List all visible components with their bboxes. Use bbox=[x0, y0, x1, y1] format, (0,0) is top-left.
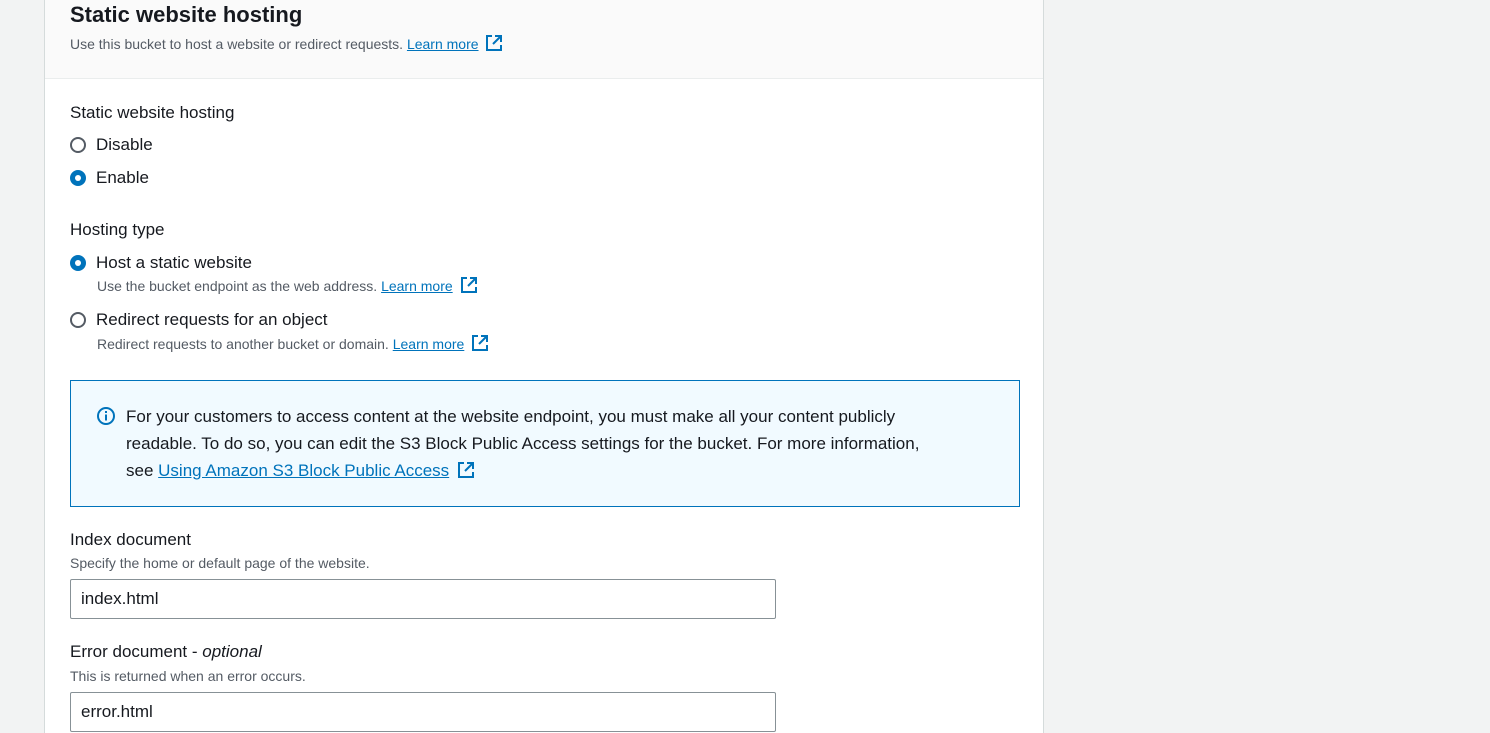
radio-button[interactable] bbox=[70, 312, 86, 328]
info-text-prefix: see bbox=[126, 461, 154, 480]
option-host-static-website[interactable]: Host a static website Use the bucket end… bbox=[70, 252, 478, 299]
error-document-hint: This is returned when an error occurs. bbox=[70, 668, 306, 684]
panel-description: Use this bucket to host a website or red… bbox=[70, 34, 1018, 57]
radio-disable[interactable]: Disable bbox=[70, 134, 153, 156]
radio-label: Disable bbox=[96, 135, 153, 154]
radio-button[interactable] bbox=[70, 255, 86, 271]
static-website-hosting-panel: Static website hosting Use this bucket t… bbox=[44, 0, 1044, 733]
panel-description-text: Use this bucket to host a website or red… bbox=[70, 36, 404, 52]
external-link-icon[interactable] bbox=[471, 334, 489, 357]
description-text: Redirect requests to another bucket or d… bbox=[97, 336, 389, 352]
error-document-label-text: Error document - bbox=[70, 642, 203, 661]
hosting-toggle-label: Static website hosting bbox=[70, 103, 235, 122]
description-text: Use the bucket endpoint as the web addre… bbox=[97, 278, 378, 294]
panel-title: Static website hosting bbox=[70, 2, 303, 27]
block-public-access-link[interactable]: Using Amazon S3 Block Public Access bbox=[158, 461, 449, 480]
index-document-label: Index document bbox=[70, 530, 191, 549]
external-link-icon[interactable] bbox=[460, 276, 478, 299]
radio-button[interactable] bbox=[70, 170, 86, 186]
error-document-input[interactable] bbox=[70, 692, 776, 732]
radio-button[interactable] bbox=[70, 137, 86, 153]
radio-label: Redirect requests for an object bbox=[96, 310, 328, 329]
learn-more-link[interactable]: Learn more bbox=[381, 278, 453, 294]
optional-tag: optional bbox=[202, 642, 262, 661]
external-link-icon[interactable] bbox=[457, 460, 475, 487]
radio-label: Enable bbox=[96, 168, 149, 187]
radio-host-static[interactable]: Host a static website bbox=[70, 252, 478, 274]
info-alert: For your customers to access content at … bbox=[70, 380, 1020, 507]
error-document-label: Error document - optional bbox=[70, 641, 262, 663]
index-document-input[interactable] bbox=[70, 579, 776, 619]
radio-description: Use the bucket endpoint as the web addre… bbox=[70, 276, 478, 299]
hosting-type-label: Hosting type bbox=[70, 220, 165, 239]
radio-redirect[interactable]: Redirect requests for an object bbox=[70, 309, 489, 331]
info-text-line2: readable. To do so, you can edit the S3 … bbox=[126, 434, 920, 453]
external-link-icon[interactable] bbox=[485, 34, 503, 57]
info-text-line3: see Using Amazon S3 Block Public Access bbox=[126, 457, 969, 487]
info-icon bbox=[96, 406, 116, 434]
radio-enable[interactable]: Enable bbox=[70, 167, 149, 189]
option-redirect-requests[interactable]: Redirect requests for an object Redirect… bbox=[70, 309, 489, 357]
index-document-hint: Specify the home or default page of the … bbox=[70, 555, 370, 571]
radio-label: Host a static website bbox=[96, 253, 252, 272]
learn-more-link[interactable]: Learn more bbox=[393, 336, 465, 352]
panel-header: Static website hosting Use this bucket t… bbox=[45, 0, 1043, 79]
learn-more-link[interactable]: Learn more bbox=[407, 36, 479, 52]
radio-description: Redirect requests to another bucket or d… bbox=[70, 334, 489, 357]
info-text-line1: For your customers to access content at … bbox=[126, 407, 896, 426]
